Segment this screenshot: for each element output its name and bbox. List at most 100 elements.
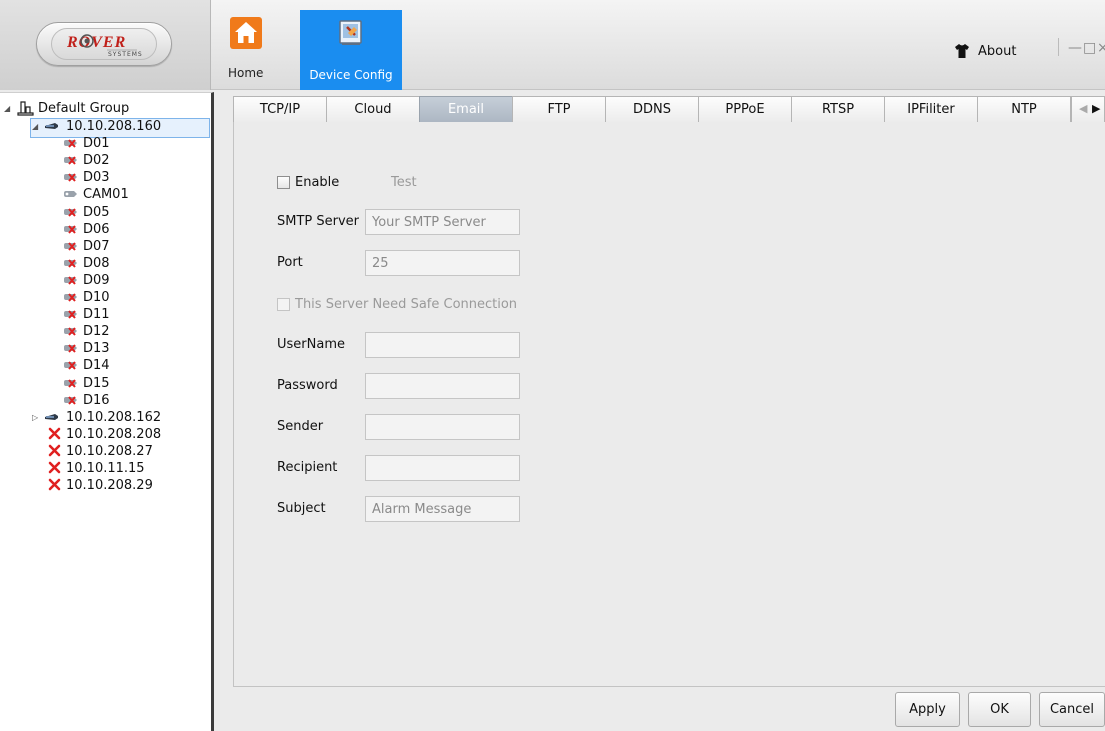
tree-channel-label: D08 — [83, 255, 110, 271]
port-label: Port — [277, 255, 303, 270]
collapse-toggle-icon[interactable]: ◢ — [32, 118, 38, 135]
tree-channel-label: D15 — [83, 375, 110, 391]
camera-offline-icon — [64, 139, 77, 148]
camera-offline-icon — [64, 224, 77, 234]
username-input[interactable] — [365, 332, 520, 358]
tree-channel-label: D07 — [83, 238, 110, 254]
tree-device-offline[interactable]: 10.10.208.208 — [0, 426, 210, 443]
collapse-toggle-icon[interactable]: ◢ — [4, 100, 10, 117]
apply-button[interactable]: Apply — [895, 692, 960, 727]
tree-channel-label: D05 — [83, 204, 110, 220]
nav-device-config-button[interactable]: Device Config — [300, 10, 402, 90]
recipient-label: Recipient — [277, 460, 338, 475]
tab-scroll-right-icon[interactable]: ▶ — [1092, 102, 1100, 115]
tree-channel[interactable]: D12 — [0, 323, 210, 340]
tree-channel[interactable]: D02 — [0, 152, 210, 169]
tab-tcp-ip[interactable]: TCP/IP — [233, 96, 327, 123]
tab-ntp[interactable]: NTP — [977, 96, 1071, 123]
tab-ipfiliter[interactable]: IPFiliter — [884, 96, 978, 123]
subject-input[interactable] — [365, 496, 520, 522]
tree-device[interactable]: ◢ 10.10.208.160 — [0, 118, 210, 135]
tree-channel[interactable]: D05 — [0, 204, 210, 221]
tree-channel-label: D03 — [83, 170, 110, 186]
ok-button[interactable]: OK — [968, 692, 1031, 727]
tree-device-label: 10.10.11.15 — [66, 461, 145, 476]
tab-scroll-control: ◀ ▶ — [1071, 96, 1105, 123]
group-icon — [17, 101, 34, 116]
tree-channel-label: D11 — [83, 307, 110, 323]
svg-text:ROVER: ROVER — [66, 34, 126, 51]
tab-scroll-left-icon[interactable]: ◀ — [1079, 102, 1087, 115]
tab-rtsp[interactable]: RTSP — [791, 96, 885, 123]
tab-pppoe[interactable]: PPPoE — [698, 96, 792, 123]
tree-channel[interactable]: D10 — [0, 289, 210, 306]
tree-channel[interactable]: D01 — [0, 135, 210, 152]
about-label: About — [978, 44, 1017, 59]
device-tree-panel[interactable]: ◢ Default Group ◢ 10.10.208.160 D01 D02 D03 C… — [0, 92, 214, 731]
camera-offline-icon — [64, 156, 77, 165]
nvr-device-icon — [45, 123, 58, 129]
tab-email[interactable]: Email — [419, 96, 513, 123]
offline-x-icon — [48, 461, 61, 474]
tree-device[interactable]: ▷ 10.10.208.162 — [0, 409, 210, 426]
tshirt-icon — [955, 44, 969, 58]
maximize-icon[interactable]: □ — [1083, 38, 1096, 58]
tree-channel[interactable]: D15 — [0, 375, 210, 392]
camera-offline-icon — [64, 344, 77, 353]
camera-offline-icon — [64, 310, 77, 319]
enable-checkbox[interactable] — [277, 176, 290, 189]
home-icon — [230, 17, 262, 49]
tree-device-offline[interactable]: 10.10.11.15 — [0, 460, 210, 477]
minimize-icon[interactable]: — — [1068, 38, 1082, 58]
svg-text:SYSTEMS: SYSTEMS — [108, 51, 143, 58]
camera-offline-icon — [64, 327, 77, 336]
logo-area: ROVER SYSTEMS — [0, 0, 211, 90]
smtp-server-input[interactable] — [365, 209, 520, 235]
tree-device-label: 10.10.208.29 — [66, 478, 153, 494]
sender-label: Sender — [277, 419, 324, 434]
test-button[interactable]: Test — [391, 174, 417, 192]
smtp-server-label: SMTP Server — [277, 214, 360, 229]
tree-channel[interactable]: D11 — [0, 306, 210, 323]
nav-home-button[interactable]: Home — [222, 12, 270, 88]
tree-channel[interactable]: CAM01 — [0, 186, 210, 203]
tree-channel-label: D14 — [83, 358, 110, 374]
tree-channel[interactable]: D09 — [0, 272, 210, 289]
tree-device-offline[interactable]: 10.10.208.29 — [0, 477, 210, 494]
expand-toggle-icon[interactable]: ▷ — [32, 409, 38, 426]
nav-home-label: Home — [228, 66, 264, 80]
tree-channel-label: D02 — [83, 153, 110, 169]
password-input[interactable] — [365, 373, 520, 399]
tree-channel[interactable]: D07 — [0, 238, 210, 255]
subject-label: Subject — [277, 501, 326, 516]
cancel-button[interactable]: Cancel — [1039, 692, 1105, 727]
tree-channel-label: D10 — [83, 290, 110, 305]
close-icon[interactable]: × — [1097, 38, 1105, 58]
email-settings-panel: Enable Test SMTP Server Port This Server… — [233, 122, 1105, 687]
safe-connection-checkbox[interactable] — [277, 298, 290, 311]
tab-cloud[interactable]: Cloud — [326, 96, 420, 123]
tree-channel[interactable]: D13 — [0, 340, 210, 357]
camera-offline-icon — [64, 361, 77, 371]
tree-channel[interactable]: D14 — [0, 357, 210, 374]
password-label: Password — [277, 378, 338, 393]
tab-ftp[interactable]: FTP — [512, 96, 606, 123]
tree-channel[interactable]: D08 — [0, 255, 210, 272]
port-input[interactable] — [365, 250, 520, 276]
recipient-input[interactable] — [365, 455, 520, 481]
tree-channel[interactable]: D16 — [0, 392, 210, 409]
sender-input[interactable] — [365, 414, 520, 440]
offline-x-icon — [48, 478, 61, 491]
camera-offline-icon — [64, 259, 77, 268]
safe-connection-label: This Server Need Safe Connection — [295, 297, 518, 312]
tree-channel[interactable]: D03 — [0, 169, 210, 186]
tree-device-offline[interactable]: 10.10.208.27 — [0, 443, 210, 460]
tree-channel[interactable]: D06 — [0, 221, 210, 238]
camera-offline-icon — [64, 242, 77, 251]
rover-logo-graphic: ROVER SYSTEMS — [66, 34, 143, 58]
offline-x-icon — [48, 444, 61, 457]
tab-ddns[interactable]: DDNS — [605, 96, 699, 123]
tree-root-default-group[interactable]: ◢ Default Group — [4, 100, 204, 117]
camera-online-icon — [64, 191, 77, 198]
config-tabs: TCP/IP Cloud Email FTP DDNS PPPoE RTSP IPFilite… — [233, 96, 1105, 123]
